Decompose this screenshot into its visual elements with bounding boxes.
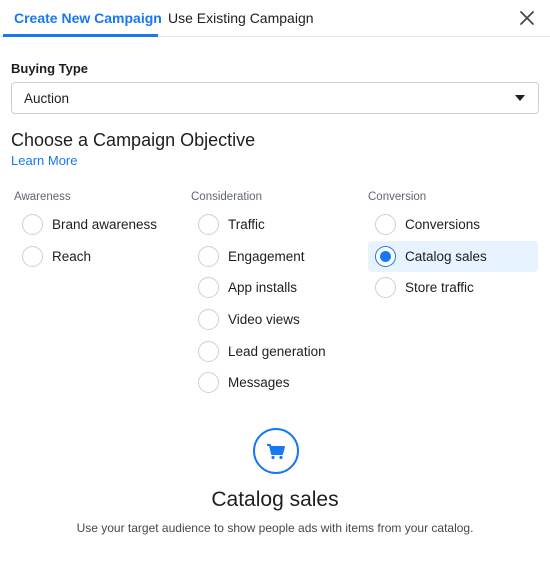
- buying-type-select[interactable]: Auction: [11, 82, 539, 114]
- column-title-consideration: Consideration: [191, 191, 262, 203]
- option-label: Reach: [52, 249, 92, 264]
- option-label: Traffic: [228, 217, 265, 232]
- buying-type-value: Auction: [24, 91, 70, 106]
- option-label: Conversions: [405, 217, 481, 232]
- option-video-views[interactable]: Video views: [198, 305, 368, 335]
- learn-more-link[interactable]: Learn More: [11, 153, 77, 168]
- tab-create-new-campaign[interactable]: Create New Campaign: [14, 0, 162, 37]
- option-conversions[interactable]: Conversions: [375, 210, 545, 240]
- buying-type-label: Buying Type: [11, 61, 89, 76]
- option-reach[interactable]: Reach: [22, 242, 192, 272]
- option-messages[interactable]: Messages: [198, 368, 368, 398]
- column-title-awareness: Awareness: [14, 191, 71, 203]
- objective-detail-description: Use your target audience to show people …: [76, 521, 474, 535]
- option-app-installs[interactable]: App installs: [198, 273, 368, 303]
- option-lead-generation[interactable]: Lead generation: [198, 337, 368, 367]
- option-label: Lead generation: [228, 344, 326, 359]
- objective-detail-title: Catalog sales: [211, 488, 339, 511]
- option-engagement[interactable]: Engagement: [198, 242, 368, 272]
- radio-button[interactable]: [198, 246, 219, 267]
- radio-button[interactable]: [198, 277, 219, 298]
- radio-button[interactable]: [198, 309, 219, 330]
- option-label: Brand awareness: [52, 217, 158, 232]
- caret-down-icon: [515, 95, 525, 101]
- option-label: Engagement: [228, 249, 305, 264]
- active-tab-indicator: [3, 34, 158, 37]
- option-label: Store traffic: [405, 280, 474, 295]
- shopping-cart-icon: [253, 428, 299, 474]
- option-label: App installs: [228, 280, 298, 295]
- column-title-conversion: Conversion: [368, 191, 427, 203]
- close-icon[interactable]: [518, 9, 536, 27]
- option-traffic[interactable]: Traffic: [198, 210, 368, 240]
- radio-button[interactable]: [22, 246, 43, 267]
- radio-button-selected[interactable]: [375, 246, 396, 267]
- radio-button[interactable]: [198, 214, 219, 235]
- option-label: Messages: [228, 375, 290, 390]
- option-label: Video views: [228, 312, 300, 327]
- radio-button[interactable]: [375, 214, 396, 235]
- radio-button[interactable]: [198, 341, 219, 362]
- radio-button[interactable]: [22, 214, 43, 235]
- tab-use-existing-campaign[interactable]: Use Existing Campaign: [168, 0, 314, 37]
- radio-button[interactable]: [198, 372, 219, 393]
- objective-heading: Choose a Campaign Objective: [11, 130, 256, 150]
- tab-bar: Create New Campaign Use Existing Campaig…: [0, 0, 550, 37]
- radio-button[interactable]: [375, 277, 396, 298]
- option-catalog-sales[interactable]: Catalog sales: [368, 241, 538, 272]
- option-brand-awareness[interactable]: Brand awareness: [22, 210, 192, 240]
- option-store-traffic[interactable]: Store traffic: [375, 273, 545, 303]
- cart-glyph: [267, 444, 285, 460]
- option-label: Catalog sales: [405, 249, 487, 264]
